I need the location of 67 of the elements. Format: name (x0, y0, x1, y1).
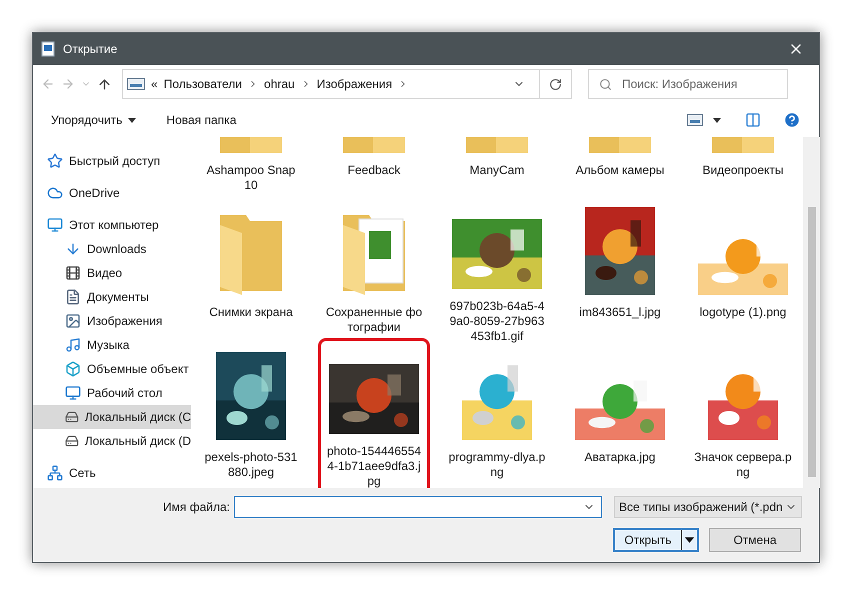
file-name[interactable]: 697b023b-64a5-49a0-8059-27b963453fb1.gif (448, 299, 546, 344)
image-icon (65, 313, 81, 329)
up-icon[interactable] (97, 76, 112, 92)
view-icon[interactable] (687, 114, 703, 126)
file-name[interactable]: Аватарка.jpg (571, 450, 669, 465)
file-name[interactable]: Видеопроекты (694, 163, 792, 178)
drive-icon (65, 409, 79, 425)
network-icon (47, 465, 63, 481)
file-name[interactable]: Снимки экрана (202, 305, 300, 320)
breadcrumb[interactable]: ohrau (264, 75, 295, 93)
new-folder-button[interactable]: Новая папка (166, 111, 236, 129)
file-name[interactable]: im843651_l.jpg (571, 305, 669, 320)
file-name[interactable]: Ashampoo Snap 10 (202, 163, 300, 193)
star-icon (47, 153, 63, 169)
file-type-select[interactable]: Все типы изображений (*.pdn (614, 496, 802, 518)
sidebar-item[interactable]: OneDrive (33, 181, 191, 205)
sidebar-item[interactable]: Рабочий стол (33, 381, 191, 405)
overflow-mark[interactable]: « (151, 75, 158, 93)
breadcrumb[interactable]: Изображения (316, 75, 392, 93)
open-split-button[interactable]: Открыть (613, 528, 699, 552)
cancel-button[interactable]: Отмена (709, 528, 801, 552)
image-icon (127, 78, 145, 90)
file-name[interactable]: Значок сервера.png (694, 450, 792, 480)
breadcrumb[interactable]: Пользователи (164, 75, 242, 93)
file-name-label: Имя файла: (163, 499, 230, 516)
caret-icon[interactable] (681, 530, 697, 550)
file-name-field[interactable] (234, 496, 602, 518)
sidebar-item[interactable]: Изображения (33, 309, 191, 333)
sidebar-item[interactable]: Видео (33, 261, 191, 285)
monitor-icon (47, 217, 63, 233)
search-icon (599, 78, 612, 90)
music-note-icon (65, 337, 81, 353)
caret-icon[interactable] (713, 118, 721, 122)
sidebar-item[interactable]: Этот компьютер (33, 213, 191, 237)
file-name[interactable]: Альбом камеры (571, 163, 669, 178)
window-title: Открытие (63, 41, 118, 58)
cloud-icon (47, 185, 63, 201)
file-name[interactable]: photo-1544465544-1b71aee9dfa3.jpg (325, 444, 423, 489)
sidebar-item[interactable]: Музыка (33, 333, 191, 357)
desktop-icon (65, 385, 81, 401)
address-bar[interactable]: « Пользователи ohrau Изображения (122, 69, 572, 99)
sidebar-item[interactable]: Локальный диск (C (33, 405, 191, 429)
file-name[interactable]: programmy-dlya.png (448, 450, 546, 480)
sidebar-item[interactable]: Локальный диск (D (33, 429, 191, 453)
cube-icon (65, 361, 81, 377)
sidebar-item[interactable]: Downloads (33, 237, 191, 261)
file-name[interactable]: pexels-photo-531880.jpeg (202, 450, 300, 480)
help-icon[interactable] (783, 111, 801, 129)
app-icon (41, 41, 55, 57)
refresh-icon (549, 78, 562, 90)
file-name[interactable]: ManyCam (448, 163, 546, 178)
film-icon (65, 265, 81, 281)
sidebar-item[interactable]: Документы (33, 285, 191, 309)
search-field[interactable]: Поиск: Изображения (588, 69, 788, 99)
drive-icon (65, 433, 79, 449)
scrollbar[interactable] (803, 137, 820, 488)
caret-icon (128, 118, 136, 122)
file-name[interactable]: Feedback (325, 163, 423, 178)
organize-button[interactable]: Упорядочить (51, 111, 136, 129)
file-name[interactable]: Сохраненные фотографии (325, 305, 423, 335)
document-icon (65, 289, 81, 305)
search-input[interactable]: Поиск: Изображения (622, 75, 787, 93)
sidebar-item[interactable]: Сеть (33, 461, 191, 485)
sidebar-item[interactable]: Объемные объект (33, 357, 191, 381)
preview-pane-icon[interactable] (745, 112, 761, 128)
file-name[interactable]: logotype (1).png (694, 305, 792, 320)
sidebar-item[interactable]: Быстрый доступ (33, 149, 191, 173)
